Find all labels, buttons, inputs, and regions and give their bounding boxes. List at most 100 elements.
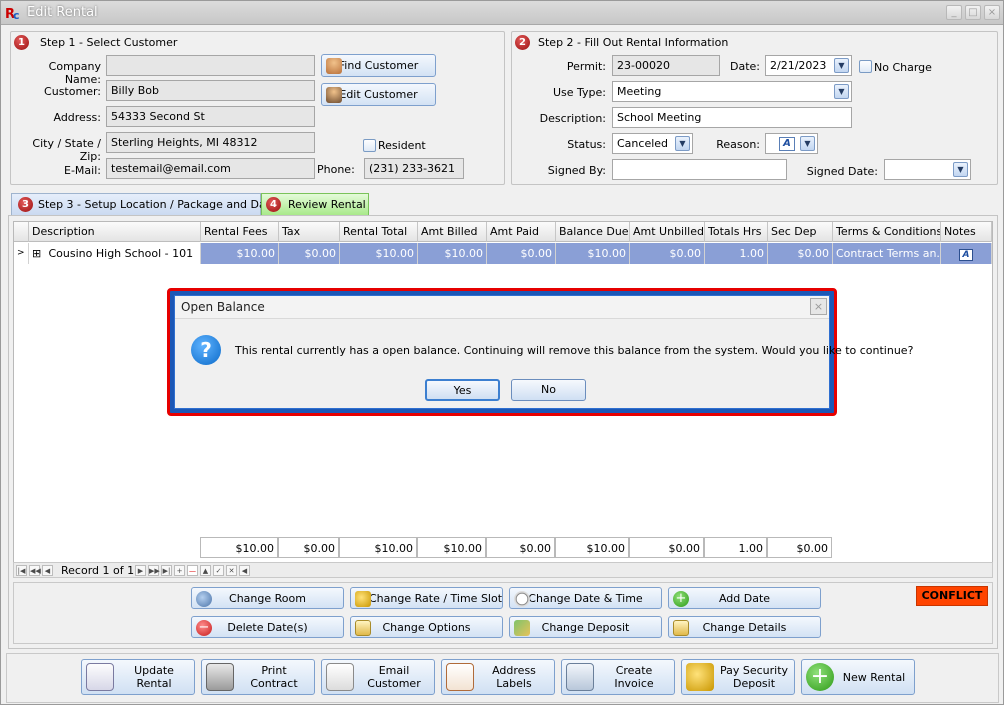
delete-record-icon[interactable]: — [187,565,198,576]
description-field[interactable]: School Meeting [612,107,852,128]
column-header[interactable]: Amt Unbilled [630,222,705,242]
column-header[interactable]: Amt Billed [418,222,487,242]
cell-amt-unbilled[interactable]: $0.00 [630,243,705,264]
expand-icon[interactable]: ⊞ [32,248,42,259]
cell-notes[interactable]: A [941,243,992,264]
use-type-select[interactable]: Meeting ▼ [612,81,852,102]
close-icon[interactable]: × [810,298,827,315]
city-state-zip-field[interactable]: Sterling Heights, MI 48312 [106,132,315,153]
phone-field[interactable]: (231) 233-3621 [364,158,464,179]
minimize-button[interactable]: _ [946,5,962,20]
column-header[interactable]: Tax [279,222,340,242]
next-page-icon[interactable]: ▶▶ [148,565,160,576]
change-options-button[interactable]: Change Options [350,616,503,638]
coins-icon [686,663,714,691]
edit-customer-button[interactable]: Edit Customer [321,83,436,106]
person-edit-icon [326,87,342,103]
cell-totals-hrs[interactable]: 1.00 [705,243,768,264]
print-contract-button[interactable]: Print Contract [201,659,315,695]
cell-amt-billed[interactable]: $10.00 [418,243,487,264]
signed-date-picker[interactable]: ▼ [884,159,971,180]
chevron-down-icon[interactable]: ▼ [953,162,968,177]
column-header[interactable]: Rental Fees [201,222,279,242]
reason-select[interactable]: A ▼ [765,133,818,154]
first-page-icon[interactable]: |◀ [16,565,27,576]
status-label: Status: [567,138,606,151]
plus-icon: + [673,591,689,607]
company-name-field[interactable] [106,55,315,76]
edit-record-icon[interactable]: ▲ [200,565,211,576]
save-record-icon[interactable]: ✓ [213,565,224,576]
maximize-button[interactable]: □ [965,5,981,20]
column-header[interactable]: Terms & Conditions [833,222,941,242]
column-header[interactable]: Notes [941,222,992,242]
column-header[interactable]: Sec Dep [768,222,833,242]
email-customer-button[interactable]: Email Customer [321,659,435,695]
date-picker[interactable]: 2/21/2023 ▼ [765,55,852,76]
add-date-button[interactable]: + Add Date [668,587,821,609]
chevron-down-icon[interactable]: ▼ [800,136,815,151]
cell-terms[interactable]: Contract Terms an... [833,243,941,264]
table-row[interactable]: > ⊞ Cousino High School - 101 $10.00 $0.… [14,243,992,264]
refresh-icon[interactable]: ◀ [239,565,250,576]
footer-rental-total: $10.00 [339,537,417,558]
email-field[interactable]: testemail@email.com [106,158,315,179]
footer-amt-billed: $10.00 [417,537,486,558]
permit-field[interactable]: 23-00020 [612,55,720,76]
address-field[interactable]: 54333 Second St [106,106,315,127]
cell-sec-dep[interactable]: $0.00 [768,243,833,264]
pay-security-deposit-button[interactable]: Pay Security Deposit [681,659,795,695]
no-charge-checkbox[interactable] [859,60,872,73]
column-header[interactable]: Amt Paid [487,222,556,242]
column-header[interactable]: Rental Total [340,222,418,242]
change-date-time-button[interactable]: Change Date & Time [509,587,662,609]
font-style-icon: A [779,137,795,151]
cell-balance-due[interactable]: $10.00 [556,243,630,264]
next-record-icon[interactable]: ▶ [135,565,146,576]
no-button[interactable]: No [511,379,586,401]
create-invoice-button[interactable]: Create Invoice [561,659,675,695]
cell-rental-fees[interactable]: $10.00 [201,243,279,264]
change-rate-button[interactable]: Change Rate / Time Slot [350,587,503,609]
window-title: Edit Rental [27,5,98,20]
cell-amt-paid[interactable]: $0.00 [487,243,556,264]
signed-by-field[interactable] [612,159,787,180]
delete-dates-button[interactable]: − Delete Date(s) [191,616,344,638]
row-description[interactable]: ⊞ Cousino High School - 101 [29,243,201,264]
cell-tax[interactable]: $0.00 [279,243,340,264]
tab-review-rental[interactable]: 4 Review Rental [261,193,369,216]
tab-setup-location[interactable]: 3 Step 3 - Setup Location / Package and … [11,193,283,216]
deposit-icon [514,620,530,636]
dialog-message: This rental currently has a open balance… [235,344,914,357]
conflict-badge[interactable]: CONFLICT [916,586,988,606]
customer-field[interactable]: Billy Bob [106,80,315,101]
action-bar: Change Room Change Rate / Time Slot Chan… [13,582,993,644]
find-customer-button[interactable]: Find Customer [321,54,436,77]
cancel-record-icon[interactable]: ✕ [226,565,237,576]
row-indicator-header [14,222,29,242]
notes-icon[interactable]: A [959,249,973,261]
prev-record-icon[interactable]: ◀ [42,565,53,576]
address-labels-button[interactable]: Address Labels [441,659,555,695]
chevron-down-icon[interactable]: ▼ [834,84,849,99]
column-header[interactable]: Description [29,222,201,242]
resident-checkbox[interactable] [363,139,376,152]
update-rental-button[interactable]: Update Rental [81,659,195,695]
change-room-button[interactable]: Change Room [191,587,344,609]
add-record-icon[interactable]: + [174,565,185,576]
tab-strip: 3 Step 3 - Setup Location / Package and … [8,193,998,216]
last-page-icon[interactable]: ▶| [161,565,172,576]
cell-rental-total[interactable]: $10.00 [340,243,418,264]
prev-page-icon[interactable]: ◀◀ [29,565,41,576]
yes-button[interactable]: Yes [425,379,500,401]
step1-group: 1 Step 1 - Select Customer Company Name:… [10,31,505,185]
change-deposit-button[interactable]: Change Deposit [509,616,662,638]
chevron-down-icon[interactable]: ▼ [834,58,849,73]
status-select[interactable]: Canceled ▼ [612,133,693,154]
column-header[interactable]: Totals Hrs [705,222,768,242]
change-details-button[interactable]: Change Details [668,616,821,638]
close-button[interactable]: × [984,5,1000,20]
new-rental-button[interactable]: + New Rental [801,659,915,695]
column-header[interactable]: Balance Due [556,222,630,242]
chevron-down-icon[interactable]: ▼ [675,136,690,151]
